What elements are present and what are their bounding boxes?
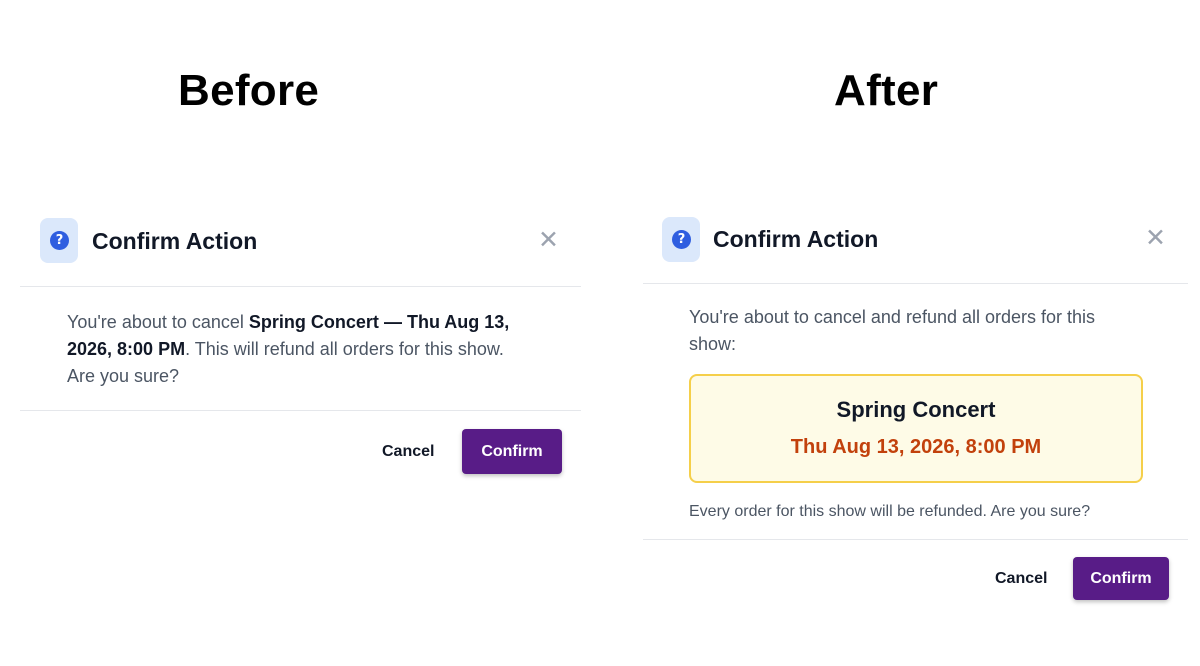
confirm-dialog-before: ? Confirm Action ✕ You're about to cance… (20, 210, 581, 500)
refund-note: Every order for this show will be refund… (689, 503, 1091, 520)
dialog-footer: Cancel Confirm (643, 540, 1188, 630)
help-badge: ? (40, 218, 78, 263)
close-icon[interactable]: ✕ (538, 227, 559, 252)
cancel-button[interactable]: Cancel (382, 443, 434, 461)
after-heading: After (834, 66, 939, 115)
dialog-footer: Cancel Confirm (20, 411, 581, 501)
dialog-title: Confirm Action (713, 226, 879, 252)
show-name: Spring Concert (248, 312, 379, 332)
dialog-message: You're about to cancel and refund all or… (643, 284, 1188, 523)
before-heading: Before (178, 66, 320, 115)
cancel-button[interactable]: Cancel (995, 570, 1047, 588)
dialog-header: ? Confirm Action ✕ (643, 210, 1188, 283)
confirm-dialog-after: ? Confirm Action ✕ You're about to cance… (643, 210, 1188, 630)
show-highlight-box: Spring Concert Thu Aug 13, 2026, 8:00 PM (689, 374, 1143, 483)
separator: — (378, 312, 407, 332)
dialog-header: ? Confirm Action ✕ (20, 210, 581, 286)
confirm-button[interactable]: Confirm (1073, 557, 1169, 600)
question-circle-icon: ? (672, 230, 691, 249)
dialog-message: You're about to cancel Spring Concert — … (20, 287, 581, 410)
question-circle-icon: ? (50, 231, 69, 250)
close-icon[interactable]: ✕ (1145, 225, 1166, 250)
help-badge: ? (662, 217, 700, 262)
confirm-button[interactable]: Confirm (462, 429, 562, 474)
show-name: Spring Concert (836, 397, 996, 422)
show-date: Thu Aug 13, 2026, 8:00 PM (790, 436, 1042, 458)
dialog-title: Confirm Action (92, 228, 258, 254)
intro-text: You're about to cancel and refund all or… (689, 307, 1096, 354)
message-prefix: You're about to cancel (67, 312, 249, 332)
